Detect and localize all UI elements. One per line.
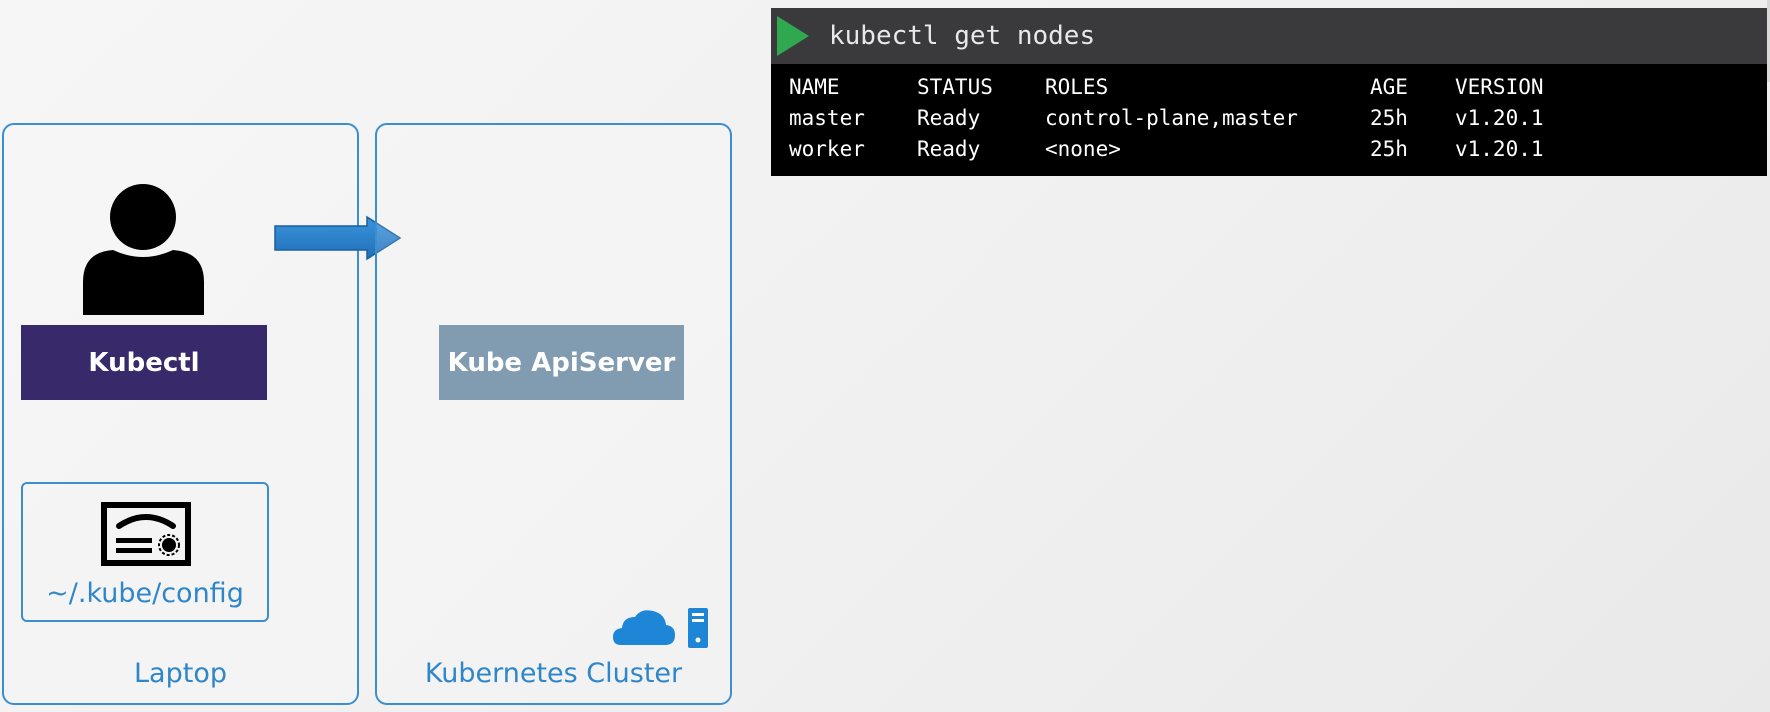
server-icon	[688, 608, 708, 648]
header-status: STATUS	[917, 75, 993, 99]
node-status: Ready	[917, 137, 981, 161]
apiserver-label: Kube ApiServer	[447, 347, 676, 378]
cloud-icon	[613, 610, 675, 645]
header-roles: ROLES	[1045, 75, 1109, 99]
table-row: master Ready control-plane,master 25h v1…	[789, 103, 1767, 134]
kubectl-label: Kubectl	[88, 347, 200, 378]
terminal-window: kubectl get nodes NAME STATUS ROLES AGE …	[771, 8, 1767, 176]
node-age: 25h	[1370, 106, 1408, 130]
person-icon	[83, 184, 204, 315]
table-row: worker Ready <none> 25h v1.20.1	[789, 134, 1767, 165]
node-roles: control-plane,master	[1045, 106, 1298, 130]
certificate-icon	[101, 502, 191, 566]
kubeconfig-box: ~/.kube/config	[21, 482, 269, 622]
node-age: 25h	[1370, 137, 1408, 161]
kubeconfig-label: ~/.kube/config	[46, 578, 244, 609]
laptop-panel: Kubectl ~/.kube/config Laptop	[2, 123, 359, 705]
table-header-row: NAME STATUS ROLES AGE VERSION	[789, 72, 1767, 103]
node-roles: <none>	[1045, 137, 1121, 161]
terminal-output: NAME STATUS ROLES AGE VERSION master Rea…	[771, 64, 1767, 176]
terminal-header: kubectl get nodes	[771, 8, 1767, 64]
cluster-icons	[613, 608, 708, 648]
node-status: Ready	[917, 106, 981, 130]
laptop-caption: Laptop	[134, 658, 227, 689]
header-version: VERSION	[1455, 75, 1544, 99]
header-name: NAME	[789, 75, 840, 99]
cluster-caption: Kubernetes Cluster	[424, 658, 683, 689]
node-version: v1.20.1	[1455, 106, 1544, 130]
terminal-command: kubectl get nodes	[829, 21, 1096, 51]
cluster-panel: Kube ApiServer Kubernetes Cluster	[375, 123, 732, 705]
play-icon	[777, 16, 809, 56]
kubectl-box: Kubectl	[21, 325, 267, 400]
node-version: v1.20.1	[1455, 137, 1544, 161]
header-age: AGE	[1370, 75, 1408, 99]
node-name: master	[789, 106, 865, 130]
apiserver-box: Kube ApiServer	[439, 325, 684, 400]
node-name: worker	[789, 137, 865, 161]
